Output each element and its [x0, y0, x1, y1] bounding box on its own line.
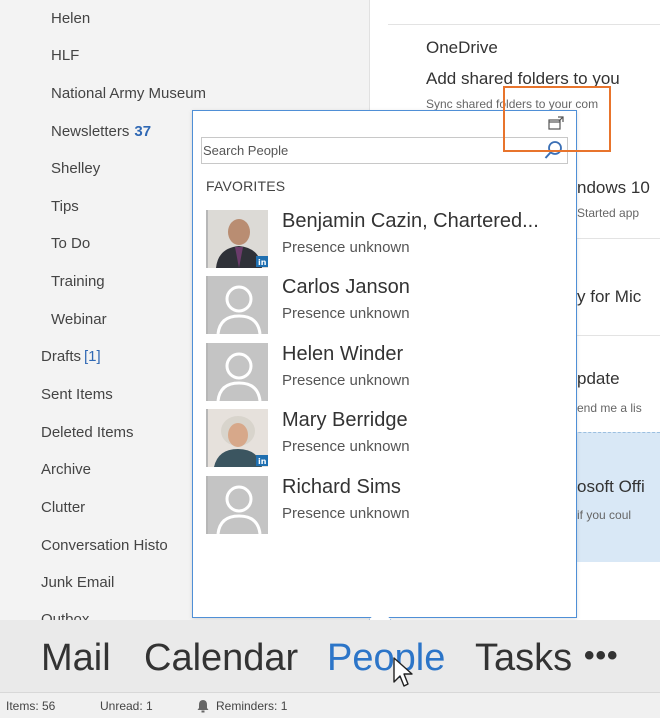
folder-conversation-history[interactable]: Conversation Histo [41, 536, 168, 558]
folder-label: Tips [51, 198, 79, 215]
svg-text:in: in [258, 457, 267, 466]
avatar [206, 476, 268, 534]
message-subject[interactable]: pdate [577, 369, 620, 389]
bell-icon [197, 700, 209, 713]
folder-training[interactable]: Training [51, 272, 105, 294]
folder-label: National Army Museum [51, 85, 207, 102]
folder-label: Clutter [41, 499, 86, 516]
folder-webinar[interactable]: Webinar [51, 310, 107, 332]
contact-name: Richard Sims [282, 476, 401, 498]
person-placeholder-icon [208, 276, 268, 334]
folder-label: Junk Email [41, 574, 115, 591]
contact-presence: Presence unknown [282, 239, 410, 256]
favorites-heading: FAVORITES [206, 178, 286, 194]
folder-to-do[interactable]: To Do [51, 234, 90, 256]
message-subject[interactable]: osoft Offi [577, 477, 645, 497]
folder-clutter[interactable]: Clutter [41, 498, 85, 520]
contact-name: Mary Berridge [282, 409, 408, 431]
folder-label: Webinar [51, 311, 107, 328]
message-subject[interactable]: y for Mic [577, 287, 641, 307]
folder-newsletters[interactable]: Newsletters 37 [51, 122, 151, 144]
contact-item[interactable]: in Benjamin Cazin, Chartered... Presence… [206, 210, 566, 270]
contact-item[interactable]: in Mary Berridge Presence unknown [206, 409, 566, 469]
folder-drafts[interactable]: Drafts [1] [41, 347, 101, 369]
folder-shelley[interactable]: Shelley [51, 159, 100, 181]
folder-helen[interactable]: Helen [51, 9, 90, 31]
status-bar: Items: 56 Unread: 1 Reminders: 1 [0, 692, 660, 718]
contact-presence: Presence unknown [282, 438, 410, 455]
avatar: in [206, 409, 268, 467]
status-items-count: Items: 56 [6, 699, 56, 713]
message-preview: Sync shared folders to your com [426, 97, 599, 111]
message-subject[interactable]: Add shared folders to you [426, 69, 620, 89]
status-reminders-button[interactable]: Reminders: 1 [216, 699, 287, 713]
folder-deleted-items[interactable]: Deleted Items [41, 423, 134, 445]
search-people-input[interactable]: Search People [201, 137, 568, 164]
nav-tasks[interactable]: Tasks [475, 636, 572, 680]
folder-label: Sent Items [41, 386, 113, 403]
popout-icon[interactable] [547, 115, 565, 131]
folder-hlf[interactable]: HLF [51, 46, 79, 68]
folder-label: Conversation Histo [41, 537, 168, 554]
folder-label: Outbox [41, 611, 90, 620]
contact-item[interactable]: Richard Sims Presence unknown [206, 476, 566, 536]
folder-archive[interactable]: Archive [41, 460, 91, 482]
message-preview: Started app [577, 206, 640, 220]
folder-label: Shelley [51, 160, 101, 177]
folder-national-army-museum[interactable]: National Army Museum [51, 84, 206, 106]
folder-sent-items[interactable]: Sent Items [41, 385, 113, 407]
message-preview: if you coul [577, 508, 632, 522]
contact-presence: Presence unknown [282, 505, 410, 522]
avatar: in [206, 210, 268, 268]
contact-presence: Presence unknown [282, 305, 410, 322]
status-unread-count: Unread: 1 [100, 699, 153, 713]
contact-presence: Presence unknown [282, 372, 410, 389]
contact-name: Carlos Janson [282, 276, 410, 298]
person-placeholder-icon [208, 343, 268, 401]
contact-item[interactable]: Helen Winder Presence unknown [206, 343, 566, 403]
folder-tips[interactable]: Tips [51, 197, 79, 219]
folder-label: Deleted Items [41, 424, 134, 441]
divider [388, 24, 660, 25]
folder-label: Newsletters [51, 123, 130, 140]
navigation-bar: Mail Calendar People Tasks ••• [0, 620, 660, 692]
avatar [206, 343, 268, 401]
contact-name: Benjamin Cazin, Chartered... [282, 210, 539, 232]
mouse-cursor-icon [393, 657, 413, 687]
folder-label: To Do [51, 235, 91, 252]
avatar [206, 276, 268, 334]
svg-text:in: in [258, 258, 267, 267]
nav-mail[interactable]: Mail [41, 636, 111, 680]
message-sender[interactable]: OneDrive [426, 38, 498, 58]
contact-item[interactable]: Carlos Janson Presence unknown [206, 276, 566, 336]
search-icon[interactable] [543, 139, 565, 161]
folder-outbox[interactable]: Outbox [41, 610, 89, 620]
folder-junk-email[interactable]: Junk Email [41, 573, 114, 595]
folder-label: HLF [51, 47, 80, 64]
unread-count: [1] [84, 348, 101, 365]
person-placeholder-icon [208, 476, 268, 534]
folder-label: Archive [41, 461, 92, 478]
nav-calendar[interactable]: Calendar [144, 636, 298, 680]
message-subject[interactable]: ndows 10 [577, 178, 650, 198]
search-placeholder: Search People [203, 143, 289, 158]
nav-people[interactable]: People [327, 636, 445, 680]
folder-label: Drafts [41, 348, 82, 365]
nav-more-button[interactable]: ••• [584, 634, 619, 678]
unread-count: 37 [134, 123, 152, 140]
folder-label: Helen [51, 10, 91, 27]
message-preview: end me a lis [577, 401, 642, 415]
contact-name: Helen Winder [282, 343, 404, 365]
folder-label: Training [51, 273, 105, 290]
